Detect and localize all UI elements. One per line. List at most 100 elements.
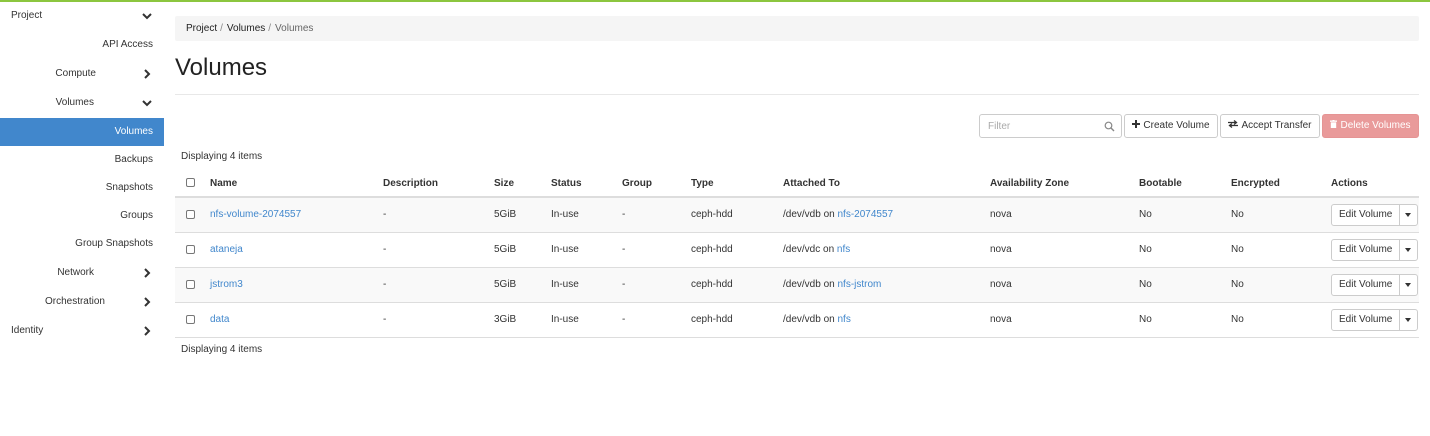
delete-volumes-button[interactable]: Delete Volumes — [1322, 114, 1419, 138]
attached-instance-link[interactable]: nfs — [837, 244, 850, 255]
cell-group: - — [622, 197, 691, 233]
sidebar-item-label: Volumes — [55, 97, 94, 108]
sidebar-item-group-snapshots[interactable]: Group Snapshots — [0, 230, 164, 258]
attached-device: /dev/vdc on — [783, 244, 837, 255]
actions-dropdown-toggle[interactable] — [1400, 275, 1417, 295]
column-header[interactable]: Size — [494, 170, 551, 198]
sidebar-item-backups[interactable]: Backups — [0, 146, 164, 174]
cell-description: - — [383, 232, 494, 268]
cell-zone: nova — [990, 197, 1139, 233]
actions-dropdown-toggle[interactable] — [1400, 310, 1417, 330]
sidebar-item-snapshots[interactable]: Snapshots — [0, 174, 164, 202]
row-checkbox[interactable] — [186, 279, 195, 289]
chevron-right-icon — [144, 326, 151, 336]
edit-volume-button[interactable]: Edit Volume — [1332, 204, 1401, 225]
sidebar-item-groups[interactable]: Groups — [0, 202, 164, 230]
sidebar-item-volumes-group[interactable]: Volumes — [0, 89, 164, 117]
column-header[interactable]: Bootable — [1139, 170, 1231, 198]
cell-size: 5GiB — [494, 197, 551, 233]
sidebar-item-label: API Access — [102, 39, 153, 50]
cell-description: - — [383, 197, 494, 233]
table-header-row: Name Description Size Status Group Type … — [175, 170, 1419, 198]
column-header[interactable]: Description — [383, 170, 494, 198]
volumes-table: Name Description Size Status Group Type … — [175, 170, 1419, 338]
top-accent-bar — [0, 0, 1430, 2]
cell-encrypted: No — [1231, 232, 1331, 268]
column-header[interactable]: Group — [622, 170, 691, 198]
transfer-icon — [1228, 120, 1239, 128]
row-actions: Edit Volume — [1331, 273, 1419, 296]
column-header[interactable]: Type — [691, 170, 783, 198]
table-row: data - 3GiB In-use - ceph-hdd /dev/vdb o… — [175, 302, 1419, 338]
column-header[interactable]: Encrypted — [1231, 170, 1331, 198]
cell-type: ceph-hdd — [691, 232, 783, 268]
caret-down-icon — [1405, 247, 1412, 252]
edit-volume-button[interactable]: Edit Volume — [1332, 239, 1401, 260]
column-header[interactable]: Status — [551, 170, 622, 198]
create-volume-button[interactable]: Create Volume — [1124, 114, 1218, 138]
attached-device: /dev/vdb on — [783, 209, 838, 221]
sidebar-item-label: Snapshots — [105, 182, 153, 193]
cell-status: In-use — [551, 302, 622, 338]
filter-input[interactable] — [980, 115, 1098, 137]
sidebar-item-network[interactable]: Network — [0, 259, 164, 287]
cell-status: In-use — [551, 232, 622, 268]
cell-description: - — [383, 267, 494, 303]
cell-type: ceph-hdd — [691, 267, 783, 303]
column-header[interactable]: Name — [210, 170, 383, 198]
divider — [175, 94, 1419, 95]
volume-name-link[interactable]: nfs-volume-2074557 — [210, 209, 301, 220]
attached-instance-link[interactable]: nfs-jstrom — [837, 279, 881, 290]
caret-down-icon — [1405, 282, 1412, 287]
attached-instance-link[interactable]: nfs — [837, 314, 850, 325]
filter-field[interactable] — [979, 114, 1122, 138]
sidebar-item-label: Volumes — [114, 126, 153, 137]
cell-attached-to: /dev/vdb on nfs-jstrom — [783, 267, 990, 303]
select-all-checkbox[interactable] — [186, 178, 195, 188]
attached-device: /dev/vdb on — [783, 279, 838, 290]
trash-icon — [1330, 120, 1338, 128]
cell-encrypted: No — [1231, 302, 1331, 338]
cell-bootable: No — [1139, 267, 1231, 303]
volume-name-link[interactable]: ataneja — [210, 244, 243, 255]
row-checkbox[interactable] — [186, 244, 195, 254]
sidebar-item-compute[interactable]: Compute — [0, 60, 164, 88]
sidebar-item-label: Identity — [11, 325, 44, 336]
cell-type: ceph-hdd — [691, 197, 783, 233]
breadcrumb-current: Volumes — [275, 23, 314, 34]
cell-zone: nova — [990, 302, 1139, 338]
row-checkbox[interactable] — [186, 210, 195, 220]
breadcrumb-volumes[interactable]: Volumes — [227, 23, 265, 34]
column-header[interactable]: Attached To — [783, 170, 990, 198]
accept-transfer-button[interactable]: Accept Transfer — [1220, 114, 1320, 138]
breadcrumb-project[interactable]: Project — [186, 23, 217, 34]
volume-name-link[interactable]: data — [210, 314, 229, 325]
row-checkbox[interactable] — [186, 314, 195, 324]
edit-volume-button[interactable]: Edit Volume — [1332, 309, 1401, 330]
item-count-bottom: Displaying 4 items — [181, 344, 263, 355]
sidebar-item-label: Project — [11, 10, 43, 21]
sidebar-item-volumes[interactable]: Volumes — [0, 118, 164, 146]
sidebar-item-label: Orchestration — [44, 296, 105, 307]
sidebar-item-project[interactable]: Project — [0, 2, 164, 30]
create-volume-label: Create Volume — [1143, 120, 1210, 131]
table-row: nfs-volume-2074557 - 5GiB In-use - ceph-… — [175, 197, 1419, 233]
table-row: ataneja - 5GiB In-use - ceph-hdd /dev/vd… — [175, 232, 1419, 268]
cell-encrypted: No — [1231, 267, 1331, 303]
cell-zone: nova — [990, 267, 1139, 303]
caret-down-icon — [1405, 212, 1412, 217]
sidebar-item-label: Group Snapshots — [75, 238, 153, 249]
edit-volume-button[interactable]: Edit Volume — [1332, 274, 1401, 295]
sidebar-item-label: Groups — [120, 210, 153, 221]
page-title: Volumes — [175, 54, 268, 81]
volume-name-link[interactable]: jstrom3 — [210, 279, 243, 290]
sidebar-item-identity[interactable]: Identity — [0, 317, 164, 345]
actions-dropdown-toggle[interactable] — [1400, 205, 1417, 225]
sidebar-item-label: Compute — [55, 68, 96, 79]
sidebar-item-orchestration[interactable]: Orchestration — [0, 288, 164, 316]
actions-dropdown-toggle[interactable] — [1400, 240, 1417, 260]
attached-instance-link[interactable]: nfs-2074557 — [837, 209, 893, 220]
column-header[interactable]: Availability Zone — [990, 170, 1139, 198]
sidebar-item-api-access[interactable]: API Access — [0, 31, 164, 59]
search-icon[interactable] — [1104, 121, 1115, 132]
